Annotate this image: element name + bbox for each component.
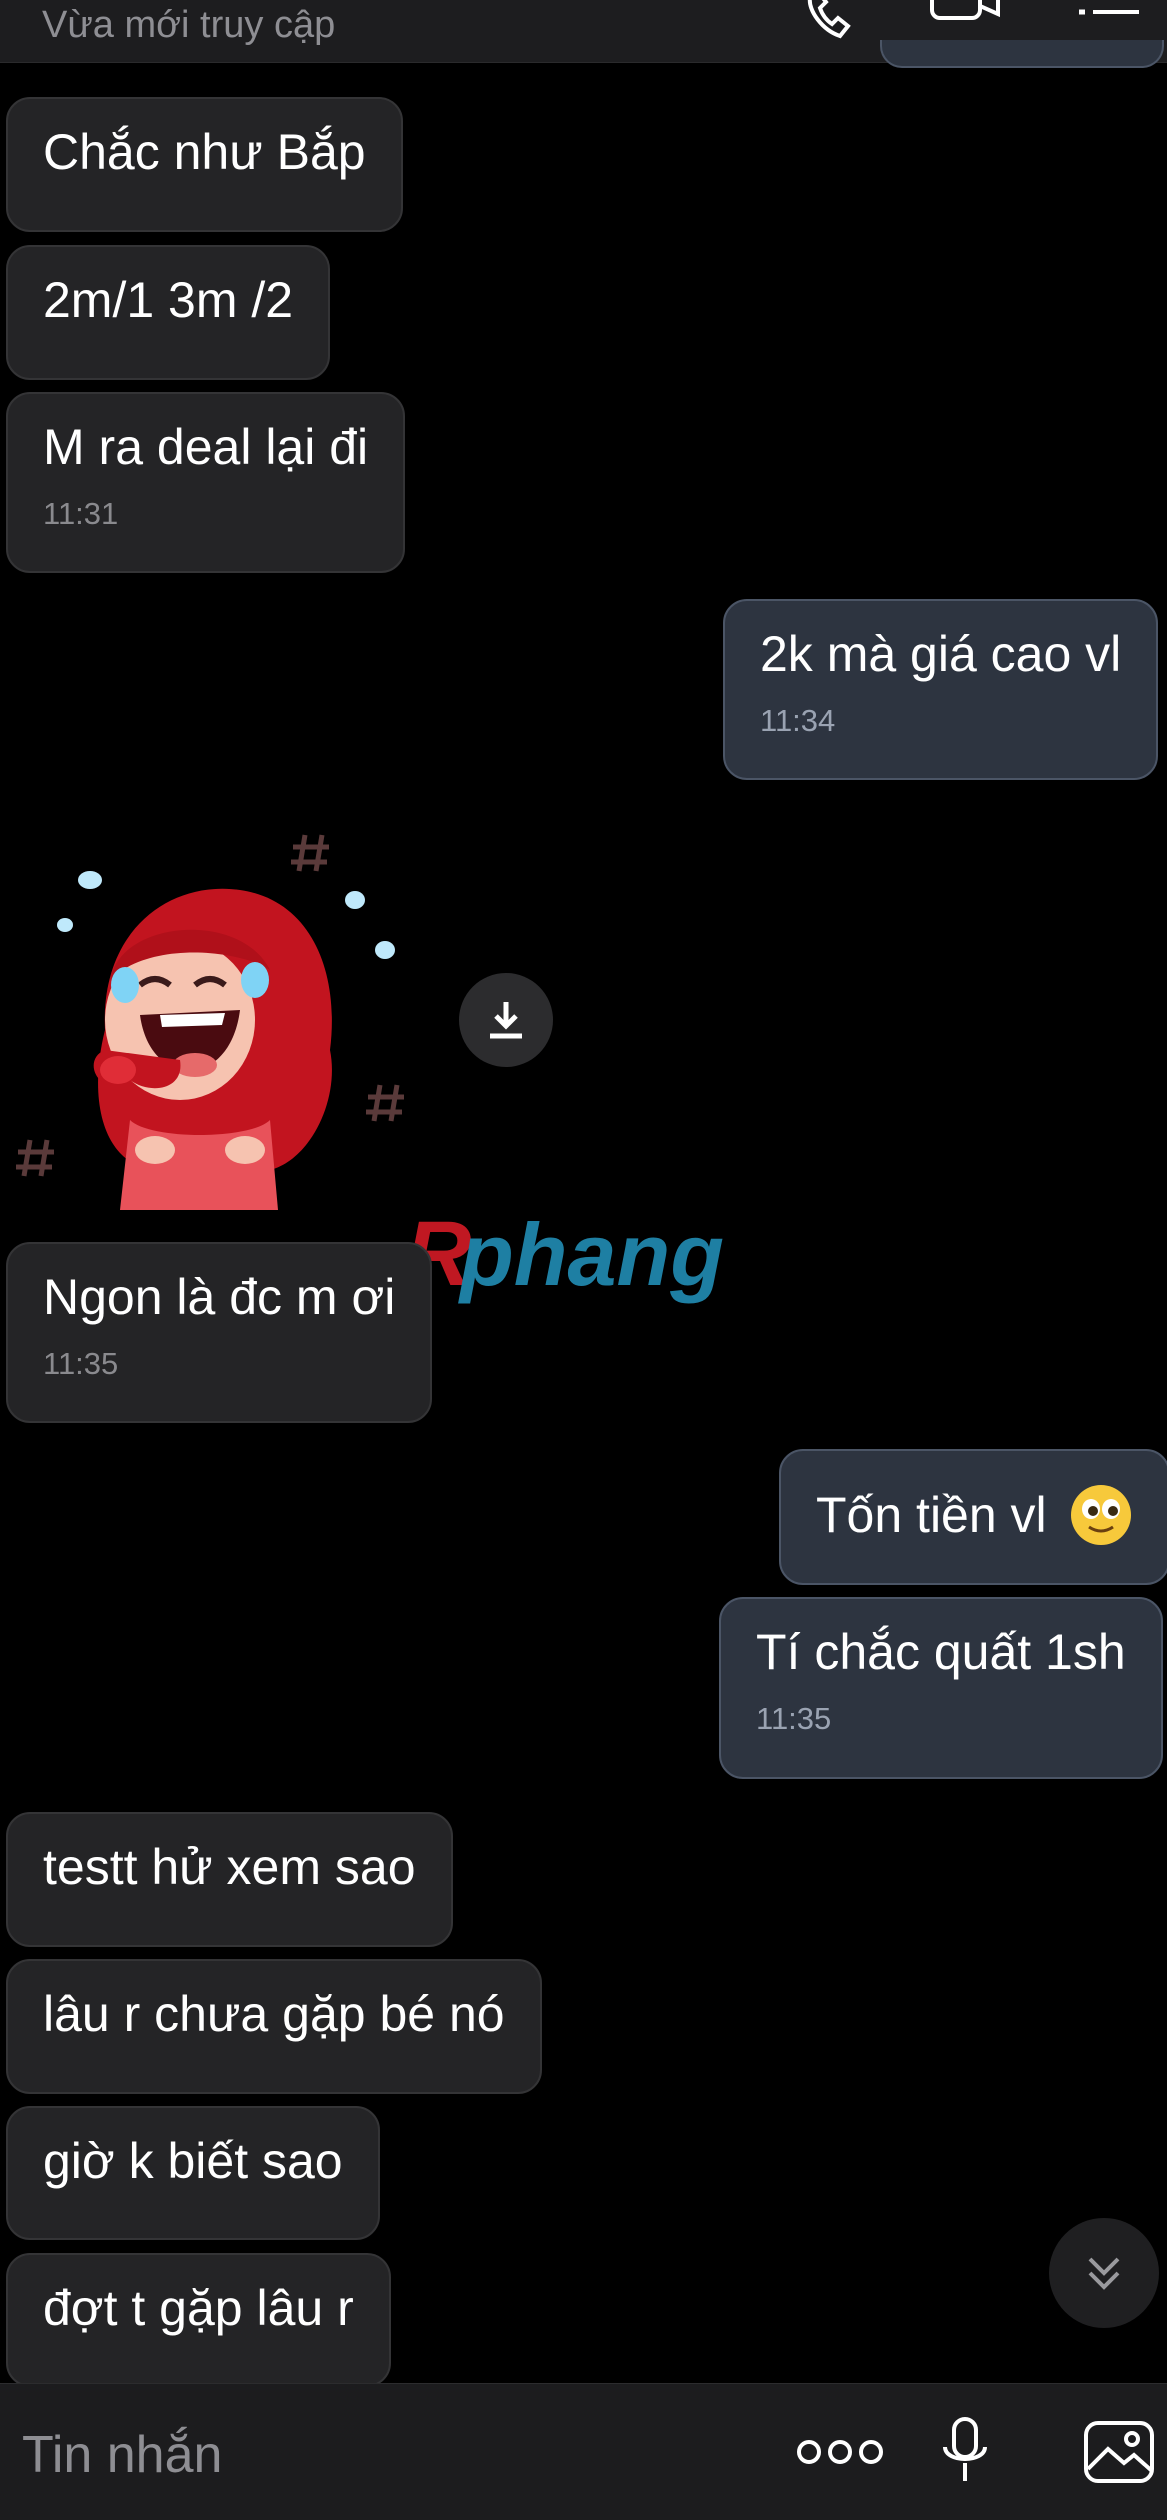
contact-status: Vừa mới truy cập <box>42 4 336 46</box>
message-text: 2m/1 3m /2 <box>43 272 294 328</box>
gallery-button[interactable] <box>1070 2384 1167 2520</box>
message-bubble-outgoing[interactable]: Tốn tiền vl <box>779 1449 1167 1585</box>
scroll-to-bottom-button[interactable] <box>1049 2218 1159 2328</box>
message-bubble-incoming[interactable]: 2m/1 3m /2 <box>6 245 331 380</box>
more-button[interactable] <box>770 2384 910 2520</box>
download-icon <box>490 1002 522 1039</box>
message-text: testt hử xem sao <box>43 1839 416 1895</box>
message-bubble-incoming[interactable]: M ra deal lại đi 11:31 <box>6 392 406 573</box>
more-icon <box>797 2440 883 2464</box>
message-bubble-incoming[interactable]: testt hử xem sao <box>6 1812 453 1947</box>
message-bubble-outgoing[interactable]: Tí chắc quất 1sh 11:35 <box>719 1597 1163 1779</box>
message-bubble-incoming[interactable]: giờ k biết sao <box>6 2106 380 2240</box>
message-text: đợt t gặp lâu r <box>43 2280 354 2336</box>
message-text: Tốn tiền vl <box>816 1487 1047 1544</box>
message-bubble-outgoing[interactable]: 2k mà giá cao vl 11:34 <box>723 599 1159 780</box>
message-time: 11:35 <box>756 1701 832 1736</box>
message-text: Tí chắc quất 1sh <box>756 1624 1126 1680</box>
message-text: Ngon là đc m ơi <box>43 1269 396 1325</box>
image-icon <box>1083 2421 1154 2483</box>
message-text: M ra deal lại đi <box>43 419 369 475</box>
message-bubble-incoming[interactable]: đợt t gặp lâu r <box>6 2253 391 2387</box>
svg-text:phang: phang <box>458 1205 724 1304</box>
phone-icon[interactable] <box>800 0 860 44</box>
message-bubble-incoming[interactable]: Chắc như Bắp <box>6 97 403 232</box>
message-input[interactable] <box>20 2414 724 2496</box>
message-time: 11:31 <box>43 496 119 531</box>
video-call-icon[interactable] <box>928 0 1008 44</box>
outgoing-bubble-peek <box>880 40 1164 68</box>
download-button[interactable] <box>459 973 553 1067</box>
message-bubble-incoming[interactable]: lâu r chưa gặp bé nó <box>6 1959 542 2094</box>
message-bubble-incoming[interactable]: Ngon là đc m ơi 11:35 <box>6 1242 433 1423</box>
watermark-logo: R phang <box>405 1203 724 1305</box>
menu-icon[interactable] <box>1075 0 1145 44</box>
message-text: lâu r chưa gặp bé nó <box>43 1986 505 2042</box>
message-time: 11:35 <box>43 1346 119 1381</box>
voice-button[interactable] <box>920 2384 1010 2520</box>
message-time: 11:34 <box>760 703 836 738</box>
message-composer <box>0 2383 1167 2520</box>
message-text: Chắc như Bắp <box>43 124 366 180</box>
message-text: 2k mà giá cao vl <box>760 626 1122 682</box>
smiling-face-icon <box>1070 1485 1131 1545</box>
message-text: giờ k biết sao <box>43 2133 343 2189</box>
double-chevron-down-icon <box>1088 2257 1120 2290</box>
crying-laughing-girl-sticker[interactable] <box>10 820 430 1220</box>
microphone-icon <box>943 2417 987 2481</box>
